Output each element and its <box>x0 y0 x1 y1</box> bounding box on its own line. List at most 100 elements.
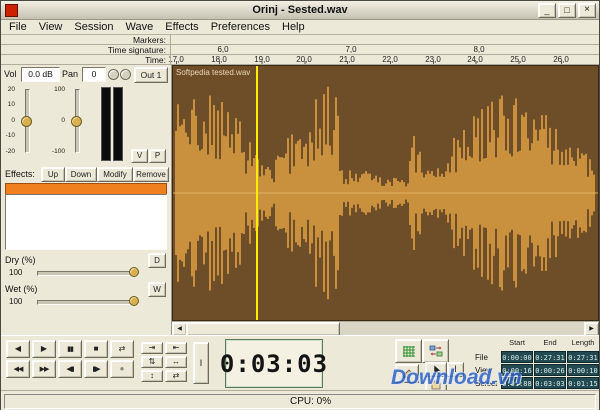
close-button[interactable]: × <box>578 3 596 18</box>
time-signature-ruler: Time signature: 6,0 7,0 8,0 <box>1 45 599 55</box>
pan-scale: 0 <box>45 117 65 124</box>
playhead[interactable] <box>256 66 258 320</box>
p-button[interactable]: P <box>149 149 166 163</box>
orinj-window: { "window": {"title": "Orinj - Sested.wa… <box>0 0 600 410</box>
grid-icon <box>402 345 416 358</box>
vol-scale: 10 <box>1 101 15 108</box>
score-view-button[interactable] <box>395 339 422 363</box>
stop-button[interactable]: ■ <box>84 340 108 358</box>
scroll-right-button[interactable]: ▶ <box>584 322 599 336</box>
fast-forward-button[interactable]: ▶▶ <box>32 360 56 378</box>
vu-meter-left <box>101 87 111 161</box>
play-button[interactable]: ▶ <box>32 340 56 358</box>
meter-knob-right[interactable] <box>120 69 131 80</box>
view-end-value: 0:00:26 <box>534 364 566 376</box>
swap-tool-button[interactable]: ⇄ <box>165 370 187 382</box>
title-bar: Orinj - Sested.wav _ □ × <box>1 1 599 20</box>
effect-modify-button[interactable]: Modify <box>97 167 133 182</box>
select-end-value: 0:03:03 <box>534 377 566 389</box>
menu-bar: File View Session Wave Effects Preferenc… <box>1 20 599 35</box>
select-length-value: 0:01:15 <box>567 377 599 389</box>
vertical-zoom-control[interactable]: I <box>193 342 209 384</box>
row-label-file: File <box>475 351 500 363</box>
wet-slider-thumb[interactable] <box>129 296 139 306</box>
track-panel: Vol 0.0 dB Pan 0 Out 1 20 10 0 -10 -20 1… <box>1 65 172 335</box>
wet-label: Wet (%) <box>5 284 37 294</box>
record-button[interactable]: ● <box>110 360 134 378</box>
vertical-fit-tool-button[interactable]: ⇅ <box>141 356 163 368</box>
menu-wave[interactable]: Wave <box>120 21 160 33</box>
dry-slider-track[interactable] <box>37 271 139 276</box>
menu-view[interactable]: View <box>33 21 69 33</box>
maximize-button[interactable]: □ <box>558 3 576 18</box>
dry-slider-thumb[interactable] <box>129 267 139 277</box>
menu-help[interactable]: Help <box>276 21 311 33</box>
effect-up-button[interactable]: Up <box>41 167 65 182</box>
cursor-tool-button[interactable] <box>425 362 447 377</box>
loop-play-button[interactable]: ⇄ <box>110 340 134 358</box>
minimize-button[interactable]: _ <box>538 3 556 18</box>
effect-remove-button[interactable]: Remove <box>133 167 169 182</box>
rewind-button[interactable]: ◀◀ <box>6 360 30 378</box>
pencil-tool-button[interactable] <box>395 364 419 383</box>
transport-controls: ◀ ▶ ▮▮ ■ ⇄ ◀◀ ▶▶ ◀▮ ▮▶ ● <box>6 340 134 378</box>
time-signature-label: Time signature: <box>108 45 166 55</box>
meter-knob-left[interactable] <box>108 69 119 80</box>
out-button[interactable]: Out 1 <box>134 67 168 83</box>
ruler-ticks <box>176 61 599 64</box>
wet-slider-track[interactable] <box>37 300 139 305</box>
dry-label: Dry (%) <box>5 255 36 265</box>
edit-tools: ⇥ ⇤ ⇅ ↔ ↕ ⇄ <box>141 342 187 382</box>
wet-button[interactable]: W <box>148 282 166 297</box>
dry-button[interactable]: D <box>148 253 166 268</box>
menu-session[interactable]: Session <box>68 21 119 33</box>
column-header-start: Start <box>501 338 533 350</box>
pan-slider-thumb[interactable] <box>71 116 82 127</box>
status-field: CPU: 0% <box>4 394 596 409</box>
time-ruler[interactable]: Time: 17,0 18,0 19,0 20,0 21,0 22,0 23,0… <box>1 55 599 65</box>
time-label: Time: <box>145 55 166 65</box>
pause-button[interactable]: ▮▮ <box>58 340 82 358</box>
waveform-area[interactable]: Softpedia tested.wav <box>172 65 599 321</box>
go-to-end-button[interactable]: ▮▶ <box>84 360 108 378</box>
vu-meter-right <box>113 87 123 161</box>
vol-scale: -10 <box>1 132 15 139</box>
pencil-icon <box>401 368 413 380</box>
view-start-value: 0:00:16 <box>501 364 533 376</box>
hand-icon <box>429 379 443 390</box>
timesig-tick: 8,0 <box>473 45 484 54</box>
volume-slider-thumb[interactable] <box>21 116 32 127</box>
effect-down-button[interactable]: Down <box>65 167 97 182</box>
file-length-value: 0:27:31 <box>567 351 599 363</box>
menu-effects[interactable]: Effects <box>159 21 204 33</box>
vol-value-field[interactable]: 0.0 dB <box>21 67 60 82</box>
scrollbar-thumb[interactable] <box>186 322 340 336</box>
markers-ruler: Markers: <box>1 35 599 45</box>
pan-value-field[interactable]: 0 <box>82 67 106 82</box>
ibeam-tool-button[interactable]: I <box>447 362 464 377</box>
menu-file[interactable]: File <box>3 21 33 33</box>
view-length-value: 0:00:10 <box>567 364 599 376</box>
sequence-button[interactable] <box>422 339 449 363</box>
timesig-tick: 7,0 <box>345 45 356 54</box>
snap-start-tool-button[interactable]: ⇤ <box>165 342 187 354</box>
horizontal-fit-tool-button[interactable]: ↔ <box>165 356 187 368</box>
go-to-start-button[interactable]: ◀▮ <box>58 360 82 378</box>
time-display: 0:03:03 <box>225 339 323 388</box>
table-corner <box>475 338 500 350</box>
stretch-tool-button[interactable]: ↕ <box>141 370 163 382</box>
vol-scale: 0 <box>1 117 15 124</box>
effects-label: Effects: <box>5 169 35 179</box>
markers-label: Markers: <box>133 35 166 45</box>
pan-scale: 100 <box>45 86 65 93</box>
pan-scale: -100 <box>45 148 65 155</box>
v-button[interactable]: V <box>131 149 148 163</box>
effects-list[interactable] <box>5 194 167 250</box>
waveform-svg[interactable] <box>173 66 598 320</box>
scroll-left-button[interactable]: ◀ <box>172 322 187 336</box>
snap-end-tool-button[interactable]: ⇥ <box>141 342 163 354</box>
horizontal-scrollbar[interactable]: ◀ ▶ <box>172 321 599 335</box>
dry-value: 100 <box>9 268 22 277</box>
menu-preferences[interactable]: Preferences <box>205 21 276 33</box>
step-back-button[interactable]: ◀ <box>6 340 30 358</box>
